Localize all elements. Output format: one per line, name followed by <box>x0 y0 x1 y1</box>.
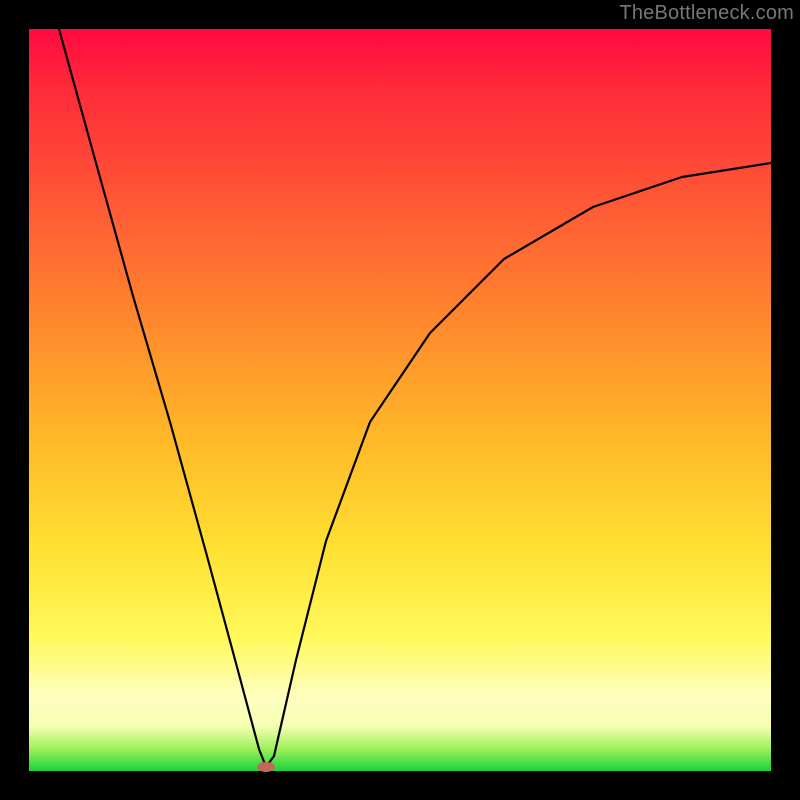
watermark-label: TheBottleneck.com <box>619 2 794 25</box>
vertex-marker <box>257 762 275 772</box>
plot-area <box>29 29 771 771</box>
curve-svg <box>29 29 771 771</box>
chart-frame: TheBottleneck.com <box>0 0 800 800</box>
bottleneck-curve <box>59 29 771 767</box>
